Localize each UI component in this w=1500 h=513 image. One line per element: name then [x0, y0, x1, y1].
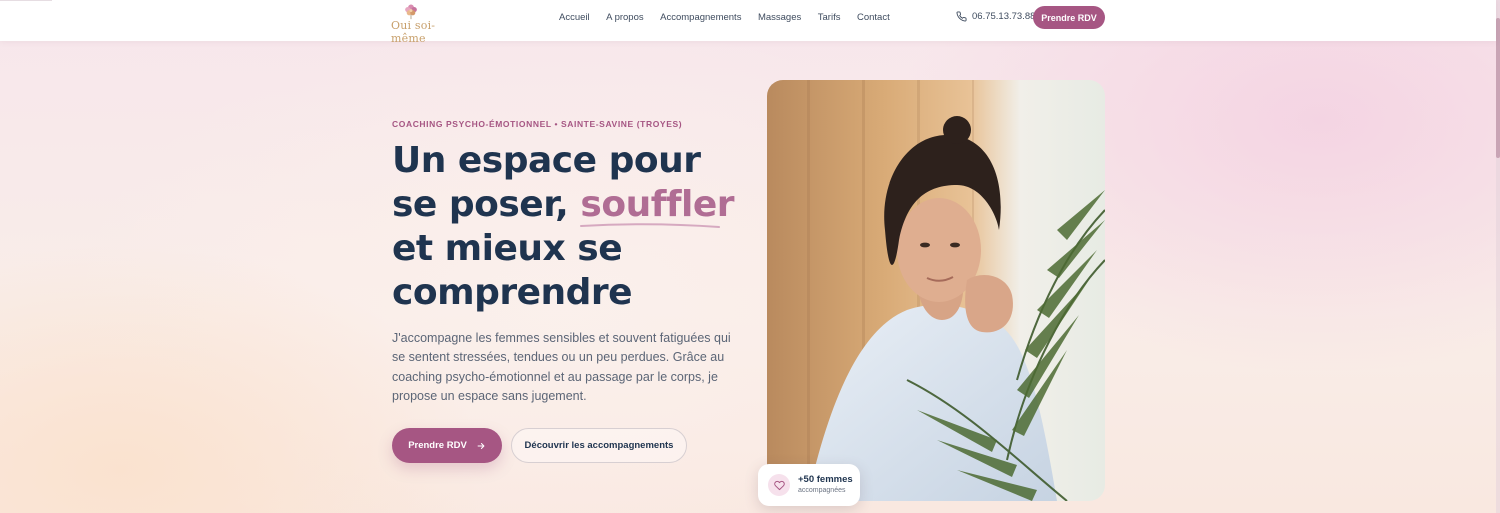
badge-title: +50 femmes — [798, 474, 853, 485]
headline-accent-word: souffler — [580, 184, 735, 228]
nav-a-propos[interactable]: A propos — [606, 12, 644, 23]
heart-icon — [773, 480, 785, 490]
flower-logo-icon — [405, 4, 417, 20]
headline-line-2: se poser, souffler — [392, 183, 752, 228]
nav-tarifs[interactable]: Tarifs — [818, 12, 841, 23]
main-nav: Accueil A propos Accompagnements Massage… — [559, 12, 906, 23]
badge-icon-circle — [768, 474, 790, 496]
phone-link[interactable]: 06.75.13.73.88 — [956, 11, 1035, 22]
badge-subtitle: accompagnées — [798, 487, 846, 494]
hero-book-button-label: Prendre RDV — [408, 440, 467, 451]
portrait-illustration — [767, 80, 1105, 501]
hero-description: J'accompagne les femmes sensibles et sou… — [392, 331, 731, 404]
header-book-button[interactable]: Prendre RDV — [1033, 6, 1105, 29]
nav-massages[interactable]: Massages — [758, 12, 801, 23]
headline-line-3: et mieux se — [392, 228, 623, 269]
headline-line-4: comprendre — [392, 272, 633, 313]
women-count-badge: +50 femmes accompagnées — [758, 464, 860, 506]
discover-services-button[interactable]: Découvrir les accompagnements — [511, 428, 687, 463]
nav-accompagnements[interactable]: Accompagnements — [660, 12, 741, 23]
headline-line-2-prefix: se poser, — [392, 184, 581, 225]
arrow-right-icon — [477, 442, 485, 449]
nav-accueil[interactable]: Accueil — [559, 12, 590, 23]
accent-underline — [580, 223, 721, 228]
hero-eyebrow: COACHING PSYCHO-ÉMOTIONNEL • SAINTE-SAVI… — [392, 119, 683, 129]
site-logo[interactable]: Oui soi-même — [391, 2, 461, 45]
header-top-line — [0, 0, 52, 1]
phone-number: 06.75.13.73.88 — [972, 11, 1036, 22]
site-header: Oui soi-même Accueil A propos Accompagne… — [0, 0, 1496, 45]
hero-portrait-photo — [767, 80, 1105, 501]
hero-book-button[interactable]: Prendre RDV — [392, 428, 502, 463]
scrollbar-thumb[interactable] — [1496, 18, 1500, 158]
headline-line-1: Un espace pour — [392, 140, 701, 181]
phone-icon — [956, 11, 967, 22]
nav-contact[interactable]: Contact — [857, 12, 890, 23]
logo-text: Oui soi-même — [391, 19, 436, 45]
hero-headline: Un espace pour se poser, souffler et mie… — [392, 139, 752, 315]
headline-accent-text: souffler — [580, 184, 735, 225]
